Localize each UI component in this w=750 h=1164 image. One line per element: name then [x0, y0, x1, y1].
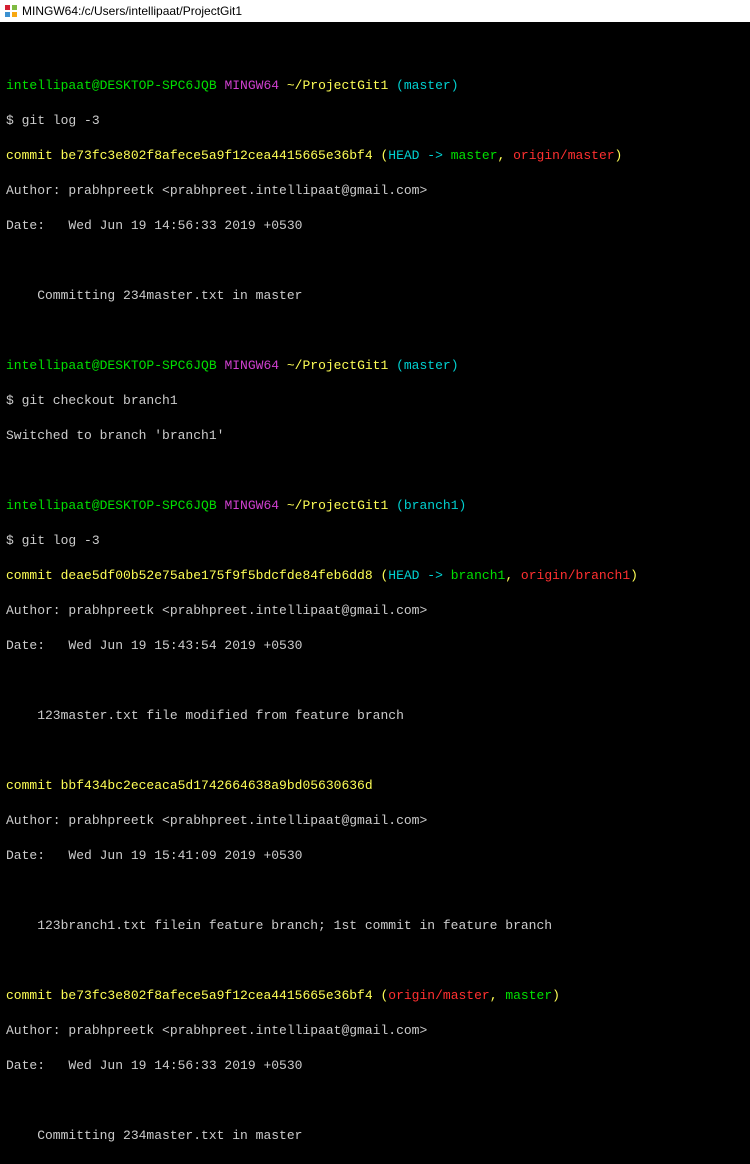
author-line: Author: prabhpreetk <prabhpreet.intellip… — [6, 1022, 744, 1040]
blank-line — [6, 42, 744, 60]
author-line: Author: prabhpreetk <prabhpreet.intellip… — [6, 602, 744, 620]
prompt-line: intellipaat@DESKTOP-SPC6JQB MINGW64 ~/Pr… — [6, 357, 744, 375]
commit-message: 123branch1.txt filein feature branch; 1s… — [6, 917, 744, 935]
date-line: Date: Wed Jun 19 15:43:54 2019 +0530 — [6, 637, 744, 655]
prompt-line: intellipaat@DESKTOP-SPC6JQB MINGW64 ~/Pr… — [6, 497, 744, 515]
author-line: Author: prabhpreetk <prabhpreet.intellip… — [6, 812, 744, 830]
commit-message: Committing 234master.txt in master — [6, 287, 744, 305]
command-line: $ git log -3 — [6, 112, 744, 130]
command-line: $ git log -3 — [6, 532, 744, 550]
blank-line — [6, 952, 744, 970]
prompt-line: intellipaat@DESKTOP-SPC6JQB MINGW64 ~/Pr… — [6, 77, 744, 95]
blank-line — [6, 882, 744, 900]
command-line: $ git checkout branch1 — [6, 392, 744, 410]
commit-message: Committing 234master.txt in master — [6, 1127, 744, 1145]
commit-line: commit deae5df00b52e75abe175f9f5bdcfde84… — [6, 567, 744, 585]
date-line: Date: Wed Jun 19 15:41:09 2019 +0530 — [6, 847, 744, 865]
blank-line — [6, 252, 744, 270]
date-line: Date: Wed Jun 19 14:56:33 2019 +0530 — [6, 1057, 744, 1075]
date-line: Date: Wed Jun 19 14:56:33 2019 +0530 — [6, 217, 744, 235]
blank-line — [6, 322, 744, 340]
blank-line — [6, 462, 744, 480]
window-title: MINGW64:/c/Users/intellipaat/ProjectGit1 — [22, 4, 242, 18]
git-bash-icon — [4, 4, 18, 18]
blank-line — [6, 672, 744, 690]
terminal-output[interactable]: intellipaat@DESKTOP-SPC6JQB MINGW64 ~/Pr… — [0, 22, 750, 1164]
commit-line: commit be73fc3e802f8afece5a9f12cea441566… — [6, 147, 744, 165]
blank-line — [6, 742, 744, 760]
commit-message: 123master.txt file modified from feature… — [6, 707, 744, 725]
window-title-bar[interactable]: MINGW64:/c/Users/intellipaat/ProjectGit1 — [0, 0, 750, 22]
author-line: Author: prabhpreetk <prabhpreet.intellip… — [6, 182, 744, 200]
commit-line: commit be73fc3e802f8afece5a9f12cea441566… — [6, 987, 744, 1005]
output-line: Switched to branch 'branch1' — [6, 427, 744, 445]
commit-line: commit bbf434bc2eceaca5d1742664638a9bd05… — [6, 777, 744, 795]
blank-line — [6, 1092, 744, 1110]
